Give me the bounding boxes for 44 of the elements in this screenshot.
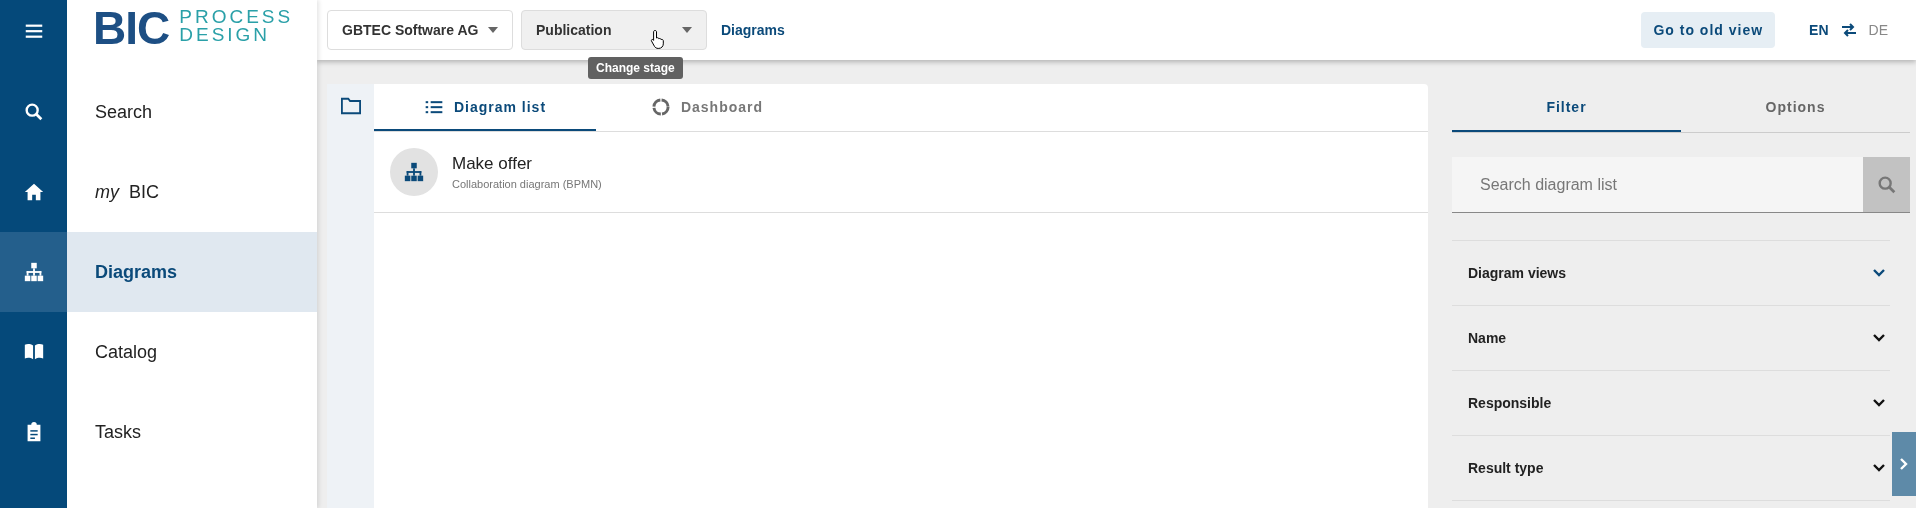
donut-chart-icon [650,96,671,117]
tooltip: Change stage [588,57,683,79]
view-tab[interactable]: Dashboard [596,84,818,131]
stage-dropdown[interactable]: GBTEC Software AG [327,10,513,50]
panel-tab[interactable]: Options [1681,84,1910,132]
chevron-right-icon [1899,457,1909,471]
language-option[interactable]: DE [1868,22,1888,38]
caret-icon [682,27,692,33]
nav-item[interactable]: Search [67,72,317,152]
diagram-title[interactable]: Make offer [452,154,602,174]
filter-accordion[interactable]: Result type [1452,436,1890,501]
nav-item[interactable]: Catalog [67,312,317,392]
logo-subtitle: PROCESS [179,8,294,26]
filter-accordion[interactable]: Diagram views [1452,241,1890,306]
filter-accordion[interactable]: Responsible [1452,371,1890,436]
chevron-down-icon [1872,463,1886,473]
chevron-down-icon [1872,333,1886,343]
old-view-button[interactable]: Go to old view [1641,12,1776,48]
breadcrumb-link[interactable]: Diagrams [721,22,785,38]
caret-icon [488,27,498,33]
nav-item[interactable]: Tasks [67,392,317,472]
search-button[interactable] [1863,157,1910,213]
home-icon [22,181,45,203]
chevron-down-icon [1872,268,1886,278]
filter-label: Responsible [1468,395,1552,411]
logo-subtitle: DESIGN [179,26,272,44]
swap-icon[interactable] [1840,23,1857,37]
language-option[interactable]: EN [1809,22,1829,38]
filter-accordion[interactable]: Name [1452,306,1890,371]
filter-label: Diagram views [1468,265,1567,281]
filter-label: Result type [1468,460,1544,476]
hierarchy-icon [403,161,425,183]
chevron-down-icon [1872,398,1886,408]
view-tab[interactable]: Diagram list [374,84,596,131]
logo-text: BIC [93,8,170,48]
hand-cursor-icon [650,29,666,49]
diagram-type: Collaboration diagram (BPMN) [452,178,602,190]
hierarchy-icon [22,261,45,283]
panel-tab[interactable]: Filter [1452,84,1681,132]
nav-item[interactable]: my BIC [67,152,317,232]
search-field[interactable]: Search diagram list [1452,157,1863,213]
folder-icon[interactable] [339,96,362,116]
nav-item[interactable]: Diagrams [67,232,317,312]
filter-label: Name [1468,330,1507,346]
